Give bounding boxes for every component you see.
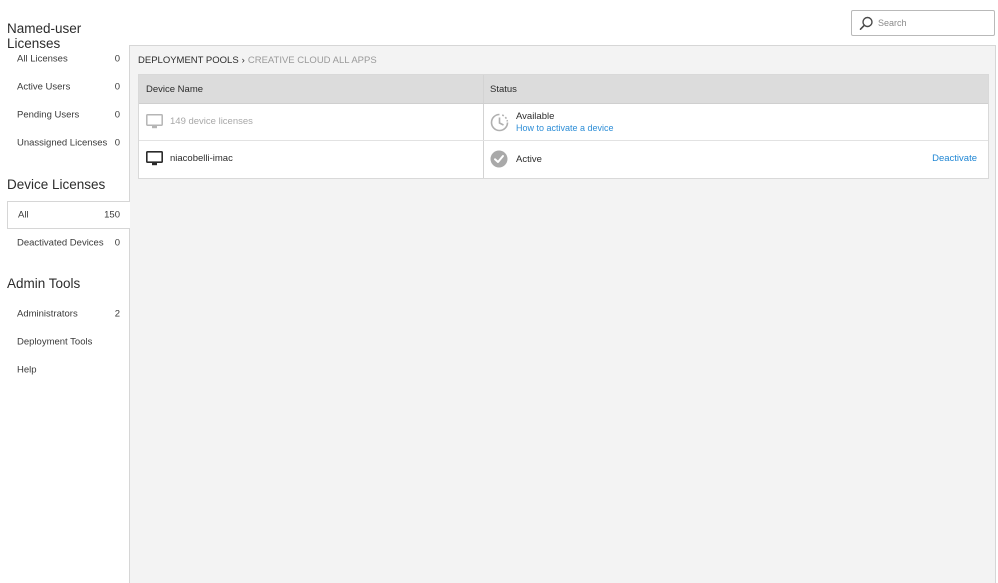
device-licenses-title: Device Licenses bbox=[7, 177, 106, 192]
sidebar-item-label: All bbox=[18, 209, 29, 221]
status-text: Active bbox=[516, 154, 542, 165]
sidebar-item-label: Deactivated Devices bbox=[17, 237, 104, 249]
status-text: Available bbox=[516, 111, 555, 122]
sidebar-item-count: 0 bbox=[114, 109, 120, 121]
sidebar-item-count: 0 bbox=[114, 53, 120, 65]
sidebar-item-label: Unassigned Licenses bbox=[17, 137, 108, 149]
search-box[interactable] bbox=[851, 10, 995, 36]
sidebar-item-label: All Licenses bbox=[17, 53, 68, 65]
device-name: niacobelli-imac bbox=[170, 153, 233, 164]
breadcrumb-separator: › bbox=[241, 55, 245, 66]
column-header-device-name[interactable]: Device Name bbox=[146, 75, 203, 104]
sidebar: Named-user Licenses All Licenses 0 Activ… bbox=[0, 0, 130, 583]
sidebar-item-label: Active Users bbox=[17, 81, 71, 93]
sidebar-item-help[interactable]: Help bbox=[0, 356, 130, 384]
devices-table: Device Name Status 149 device licenses A… bbox=[138, 74, 989, 179]
breadcrumb-root[interactable]: DEPLOYMENT POOLS bbox=[138, 55, 239, 66]
sidebar-item-administrators[interactable]: Administrators 2 bbox=[0, 300, 130, 328]
breadcrumb-current: CREATIVE CLOUD ALL APPS bbox=[247, 55, 377, 66]
sidebar-item-label: Administrators bbox=[17, 308, 78, 320]
sidebar-item-label: Help bbox=[17, 364, 37, 376]
column-header-status[interactable]: Status bbox=[490, 75, 517, 104]
activate-device-help-link[interactable]: How to activate a device bbox=[516, 123, 614, 133]
monitor-icon bbox=[146, 151, 163, 166]
sidebar-item-deployment-tools[interactable]: Deployment Tools bbox=[0, 328, 130, 356]
sidebar-item-count: 0 bbox=[114, 137, 120, 149]
table-header: Device Name Status bbox=[139, 75, 988, 104]
pending-clock-icon bbox=[490, 113, 509, 132]
table-row[interactable]: niacobelli-imac Active Deactivate bbox=[139, 141, 988, 178]
column-divider bbox=[483, 75, 484, 103]
sidebar-item-active-users[interactable]: Active Users 0 bbox=[0, 73, 130, 101]
search-icon bbox=[859, 16, 873, 30]
search-input[interactable] bbox=[878, 15, 988, 31]
sidebar-item-label: Deployment Tools bbox=[17, 336, 93, 348]
column-divider bbox=[483, 141, 484, 178]
sidebar-item-count: 0 bbox=[114, 237, 120, 249]
deactivate-button[interactable]: Deactivate bbox=[932, 153, 977, 164]
checkmark-circle-icon bbox=[490, 150, 508, 168]
main-panel: DEPLOYMENT POOLS › CREATIVE CLOUD ALL APPS… bbox=[129, 45, 996, 583]
device-name: 149 device licenses bbox=[170, 116, 253, 127]
sidebar-item-count: 0 bbox=[114, 81, 120, 93]
sidebar-item-count: 2 bbox=[114, 308, 120, 320]
sidebar-item-unassigned-licenses[interactable]: Unassigned Licenses 0 bbox=[0, 129, 130, 157]
breadcrumb: DEPLOYMENT POOLS › CREATIVE CLOUD ALL APPS bbox=[138, 55, 377, 66]
sidebar-item-deactivated-devices[interactable]: Deactivated Devices 0 bbox=[0, 229, 130, 257]
sidebar-item-label: Pending Users bbox=[17, 109, 80, 121]
sidebar-item-pending-users[interactable]: Pending Users 0 bbox=[0, 101, 130, 129]
sidebar-item-count: 150 bbox=[104, 209, 120, 221]
sidebar-item-all-licenses[interactable]: All Licenses 0 bbox=[0, 45, 130, 73]
sidebar-item-all-devices[interactable]: All 150 bbox=[7, 201, 130, 229]
admin-tools-title: Admin Tools bbox=[7, 276, 81, 291]
column-divider bbox=[483, 104, 484, 140]
monitor-icon bbox=[146, 114, 163, 129]
table-row[interactable]: 149 device licenses Available How to act… bbox=[139, 104, 988, 141]
